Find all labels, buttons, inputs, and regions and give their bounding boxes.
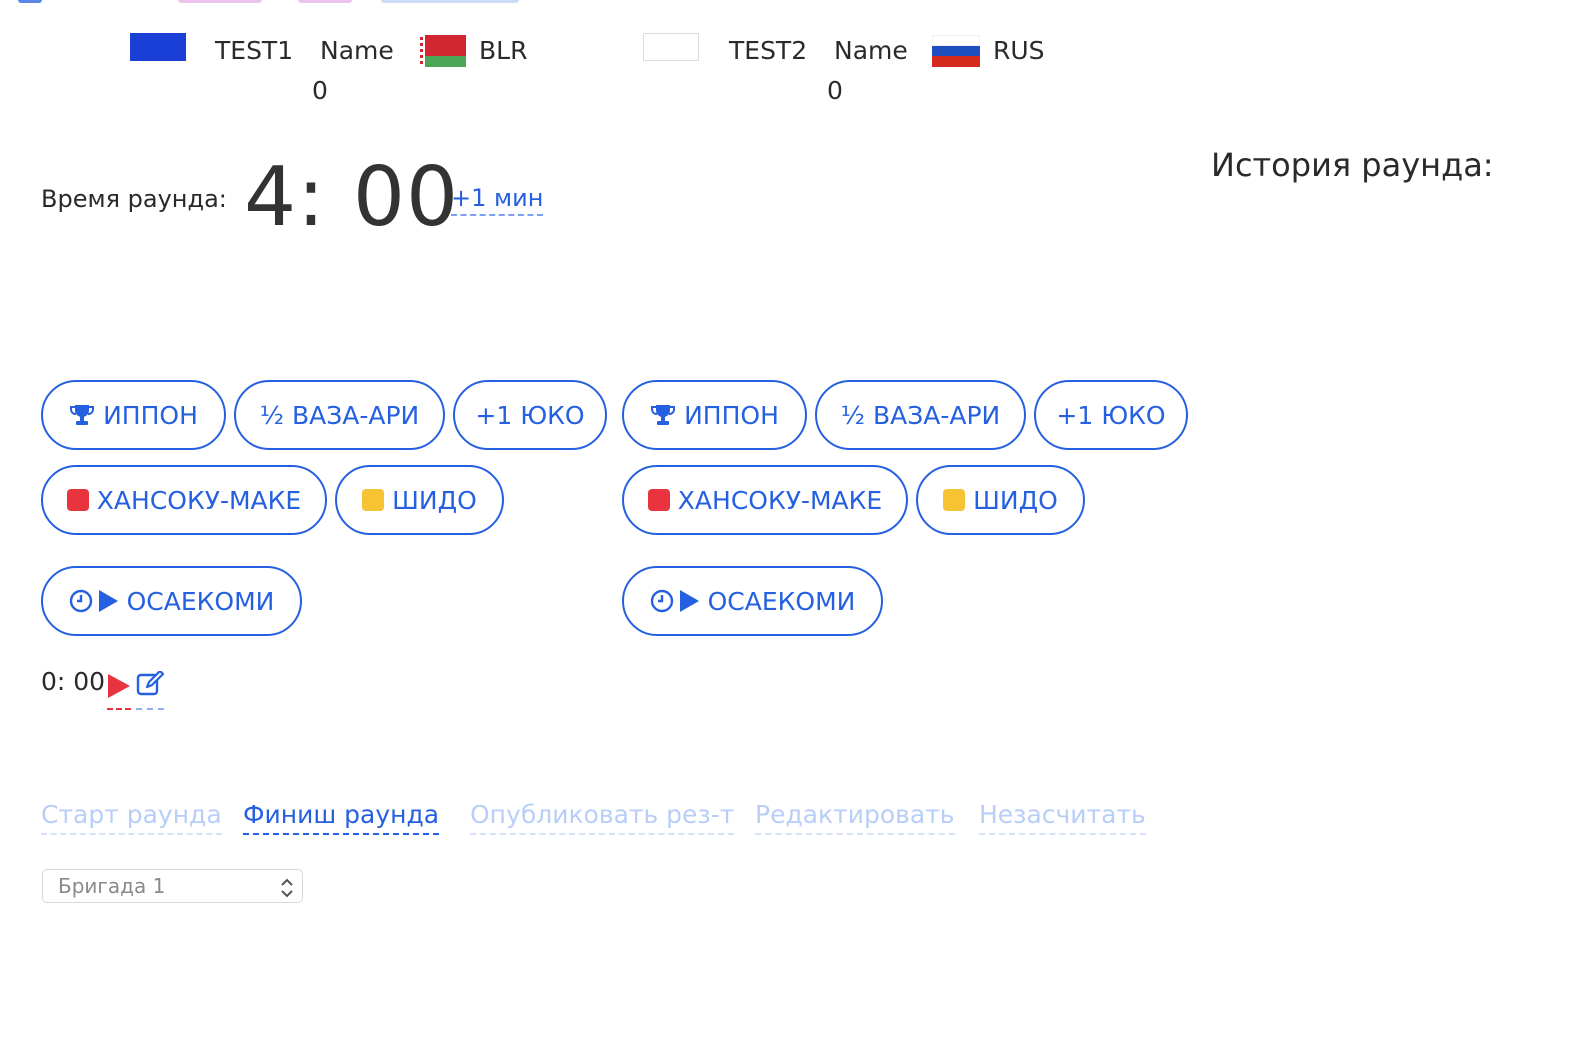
publish-result-button[interactable]: Опубликовать рез-т <box>470 800 735 835</box>
player1-country: BLR <box>479 36 528 65</box>
finish-round-button[interactable]: Финиш раунда <box>243 800 440 835</box>
player1-shido-button[interactable]: ШИДО <box>335 465 504 535</box>
ippon-label: ИППОН <box>103 400 198 430</box>
yuko-label: +1 ЮКО <box>475 400 585 430</box>
player2-yuko-button[interactable]: +1 ЮКО <box>1034 380 1188 450</box>
edit-button[interactable]: Редактировать <box>755 800 955 835</box>
hansoku-label: ХАНСОКУ-МАКЕ <box>96 485 302 515</box>
hansoku-label: ХАНСОКУ-МАКЕ <box>677 485 883 515</box>
wazaari-label: ½ ВАЗА-АРИ <box>259 400 420 430</box>
osaekomi-time: 0: 00 <box>41 667 106 696</box>
red-square-icon <box>66 489 89 511</box>
add-minute-button[interactable]: +1 мин <box>451 184 544 216</box>
player1-yuko-button[interactable]: +1 ЮКО <box>453 380 607 450</box>
yellow-square-icon <box>362 489 385 511</box>
round-time-label: Время раунда: <box>41 185 227 213</box>
play-icon <box>678 589 700 613</box>
player2-country: RUS <box>993 36 1045 65</box>
player1-hansoku-button[interactable]: ХАНСОКУ-МАКЕ <box>41 465 327 535</box>
edit-icon[interactable] <box>136 670 164 710</box>
annul-button[interactable]: Незасчитать <box>979 800 1146 835</box>
round-timer: 4: 00 <box>244 150 460 245</box>
wazaari-label: ½ ВАЗА-АРИ <box>840 400 1001 430</box>
player1-score: 0 <box>312 76 328 105</box>
shido-label: ШИДО <box>392 485 477 515</box>
ippon-label: ИППОН <box>684 400 779 430</box>
brigade-select-value: Бригада 1 <box>58 874 166 898</box>
yuko-label: +1 ЮКО <box>1056 400 1166 430</box>
top-tab-stub-3 <box>298 0 352 3</box>
chevron-updown-icon <box>280 876 294 908</box>
start-round-button[interactable]: Старт раунда <box>41 800 222 835</box>
player2-club: Name <box>834 36 908 65</box>
player2-score: 0 <box>827 76 843 105</box>
player2-osaekomi-button[interactable]: ОСАЕКОМИ <box>622 566 883 636</box>
play-icon-red[interactable] <box>107 672 131 710</box>
yellow-square-icon <box>943 489 966 511</box>
player1-osaekomi-button[interactable]: ОСАЕКОМИ <box>41 566 302 636</box>
brigade-select[interactable]: Бригада 1 <box>42 869 303 903</box>
player1-name: TEST1 <box>215 36 294 65</box>
top-tab-stub-1 <box>18 0 42 3</box>
red-square-icon <box>647 489 670 511</box>
clock-icon <box>650 589 674 613</box>
round-history-title: История раунда: <box>1211 146 1494 184</box>
russia-flag-icon <box>932 35 980 67</box>
top-tab-stub-2 <box>178 0 262 3</box>
player1-color-swatch <box>130 33 186 61</box>
player1-wazaari-button[interactable]: ½ ВАЗА-АРИ <box>234 380 445 450</box>
player2-ippon-button[interactable]: ИППОН <box>622 380 807 450</box>
player1-club: Name <box>320 36 394 65</box>
shido-label: ШИДО <box>973 485 1058 515</box>
player2-shido-button[interactable]: ШИДО <box>916 465 1085 535</box>
osaekomi-label: ОСАЕКОМИ <box>126 586 275 616</box>
top-tab-stub-4 <box>381 0 519 3</box>
clock-icon <box>69 589 93 613</box>
belarus-flag-icon <box>418 35 466 67</box>
osaekomi-label: ОСАЕКОМИ <box>707 586 856 616</box>
player2-name: TEST2 <box>729 36 808 65</box>
player2-color-swatch <box>643 33 699 61</box>
player2-wazaari-button[interactable]: ½ ВАЗА-АРИ <box>815 380 1026 450</box>
player2-hansoku-button[interactable]: ХАНСОКУ-МАКЕ <box>622 465 908 535</box>
player1-ippon-button[interactable]: ИППОН <box>41 380 226 450</box>
trophy-icon <box>69 403 95 427</box>
trophy-icon <box>650 403 676 427</box>
play-icon <box>97 589 119 613</box>
